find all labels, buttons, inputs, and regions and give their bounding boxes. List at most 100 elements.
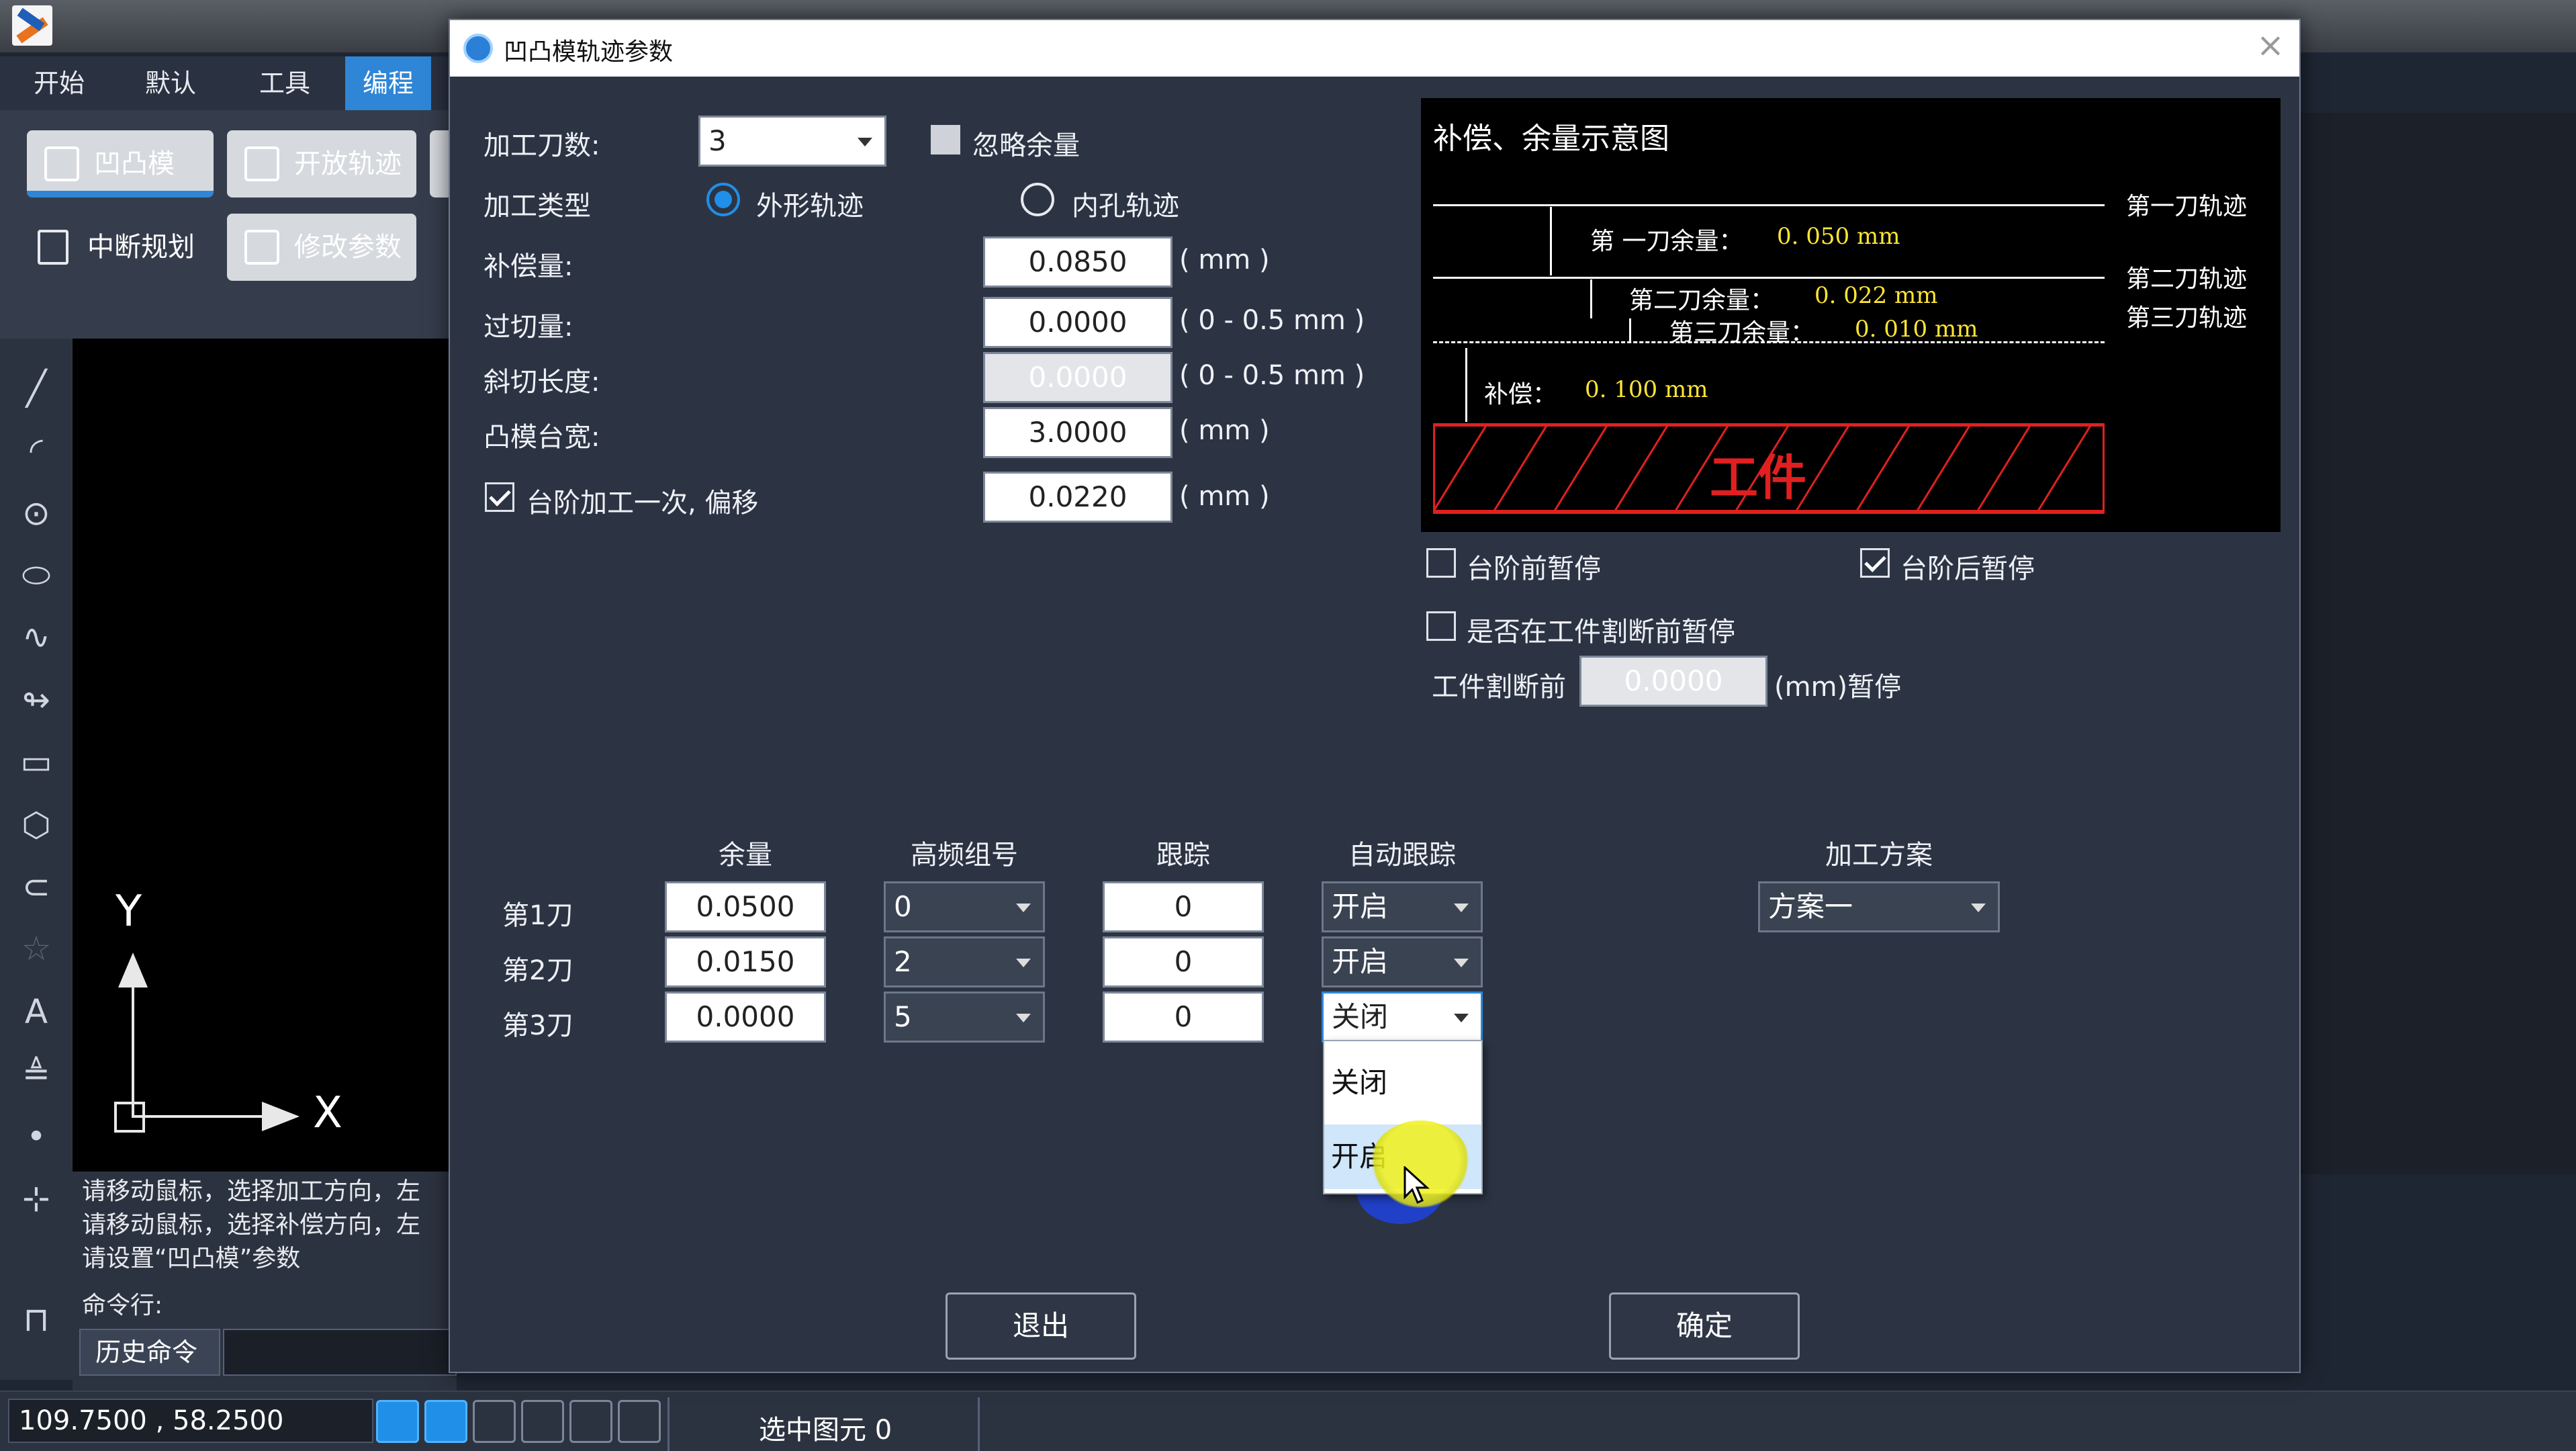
status-divider xyxy=(668,1397,670,1451)
x-axis-label: X xyxy=(313,1088,342,1138)
pass-2-group-select[interactable]: 2 xyxy=(884,936,1045,987)
drawing-toolbar: ╱ ◜ ⊙ ⬭ ∿ ↬ ▭ ⬡ ⊂ ☆ A ≜ • ⊹ ⊓ xyxy=(0,339,73,1380)
pass-1-track-input[interactable]: 0 xyxy=(1103,881,1264,932)
first-allow-value: 0. 050 mm xyxy=(1777,223,1900,250)
plan-select[interactable]: 方案一 xyxy=(1758,881,2000,932)
third-allow-value: 0. 010 mm xyxy=(1855,316,1978,343)
tool-count-select[interactable]: 3 xyxy=(698,116,886,167)
pass-1-auto-track-select[interactable]: 开启 xyxy=(1322,881,1483,932)
pass-2-track-input[interactable]: 0 xyxy=(1103,936,1264,987)
history-command-button[interactable]: 历史命令 xyxy=(79,1329,220,1376)
pass-2-allowance-input[interactable]: 0.0150 xyxy=(665,936,826,987)
menu-tools[interactable]: 工具 xyxy=(242,56,328,110)
command-log-line: 请移动鼠标，选择补偿方向，左 xyxy=(82,1211,421,1239)
menu-programming[interactable]: 编程 xyxy=(345,56,432,110)
selected-count: 选中图元 0 xyxy=(759,1415,892,1446)
platform-width-input[interactable]: 3.0000 xyxy=(983,407,1172,458)
step-once-checkbox[interactable] xyxy=(485,482,514,512)
compensation-input[interactable]: 0.0850 xyxy=(983,236,1172,288)
snap-toggle-6[interactable] xyxy=(618,1400,661,1443)
ignore-allowance-checkbox[interactable] xyxy=(931,125,960,155)
menu-start[interactable]: 开始 xyxy=(16,56,102,110)
arc-tool-icon[interactable]: ◜ xyxy=(17,431,55,469)
compensation-unit: ( mm ) xyxy=(1179,245,1270,275)
pause-before-cut-checkbox[interactable] xyxy=(1426,611,1456,641)
axis-origin xyxy=(114,1102,145,1133)
chevron-down-icon xyxy=(858,138,872,146)
star-tool-icon[interactable]: ☆ xyxy=(17,930,55,967)
command-log-line: 请移动鼠标，选择加工方向，左 xyxy=(82,1178,421,1205)
outer-path-label: 外形轨迹 xyxy=(756,191,864,222)
slot-tool-icon[interactable]: ⊂ xyxy=(17,868,55,906)
dropdown-option-off[interactable]: 关闭 xyxy=(1324,1051,1481,1115)
bevel-length-input[interactable]: 0.0000 xyxy=(983,352,1172,403)
open-path-button[interactable]: 开放轨迹 xyxy=(227,130,416,197)
tool-count-label: 加工刀数: xyxy=(484,130,600,161)
chevron-down-icon xyxy=(1971,904,1986,912)
point-tool-icon[interactable]: • xyxy=(17,1118,55,1155)
right-panel xyxy=(2301,113,2576,1174)
polygon-tool-icon[interactable]: ⬡ xyxy=(17,806,55,844)
bevel-length-unit: ( 0 - 0.5 mm ) xyxy=(1179,360,1365,391)
text-tool-icon[interactable]: A xyxy=(17,993,55,1030)
compensation-dimension xyxy=(1465,348,1467,422)
dialog-app-icon xyxy=(463,34,493,63)
ellipse-tool-icon[interactable]: ⬭ xyxy=(17,556,55,594)
command-input[interactable] xyxy=(223,1329,457,1376)
cut-before-label: 工件割断前 xyxy=(1432,672,1566,703)
modify-params-button[interactable]: 修改参数 xyxy=(227,214,416,281)
spline-tool-icon[interactable]: ∿ xyxy=(17,618,55,656)
snap-toggle-1[interactable] xyxy=(376,1400,419,1443)
rectangle-tool-icon[interactable]: ▭ xyxy=(17,743,55,781)
pass-2-auto-track-select[interactable]: 开启 xyxy=(1322,936,1483,987)
plan-label: 加工方案 xyxy=(1825,840,1933,871)
pass-3-track-input[interactable]: 0 xyxy=(1103,992,1264,1043)
first-allow-dimension xyxy=(1550,207,1552,275)
drawing-canvas[interactable] xyxy=(73,339,457,1172)
measure-tool-icon[interactable]: ⊓ xyxy=(17,1301,55,1338)
die-button[interactable]: 凹凸模 xyxy=(27,130,214,197)
mouse-pointer-icon xyxy=(1404,1166,1430,1204)
third-allow-dimension xyxy=(1629,318,1631,341)
snap-toggle-5[interactable] xyxy=(569,1400,612,1443)
interrupt-plan-button[interactable]: 中断规划 xyxy=(20,214,222,281)
pause-before-step-checkbox[interactable] xyxy=(1426,548,1456,578)
pass-1-allowance-input[interactable]: 0.0500 xyxy=(665,881,826,932)
app-logo-icon xyxy=(12,5,52,46)
column-header-allowance: 余量 xyxy=(719,840,772,871)
pass-3-allowance-input[interactable]: 0.0000 xyxy=(665,992,826,1043)
overcut-input[interactable]: 0.0000 xyxy=(983,297,1172,348)
compensation-diagram-value: 0. 100 mm xyxy=(1585,376,1708,403)
second-allow-value: 0. 022 mm xyxy=(1814,282,1938,309)
pass-3-auto-track-select[interactable]: 关闭 xyxy=(1322,992,1483,1043)
snap-toggle-2[interactable] xyxy=(424,1400,467,1443)
exit-button[interactable]: 退出 xyxy=(946,1292,1136,1360)
step-offset-input[interactable]: 0.0220 xyxy=(983,472,1172,523)
inner-path-radio[interactable] xyxy=(1021,183,1054,216)
cut-before-input[interactable]: 0.0000 xyxy=(1579,656,1767,707)
column-header-track: 跟踪 xyxy=(1156,840,1210,871)
first-allow-label: 第 一刀余量： xyxy=(1590,228,1743,255)
ribbon: 凹凸模 开放轨迹 中断规划 修改参数 xyxy=(0,110,457,339)
menu-default[interactable]: 默认 xyxy=(128,56,214,110)
close-icon[interactable]: × xyxy=(2256,26,2285,64)
pause-after-step-checkbox[interactable] xyxy=(1860,548,1890,578)
snap-tool-icon[interactable]: ⊹ xyxy=(17,1180,55,1217)
dimension-tool-icon[interactable]: ≜ xyxy=(17,1055,55,1092)
menu-bar: 开始 默认 工具 编程 xyxy=(0,56,457,110)
chevron-down-icon xyxy=(1454,1014,1469,1022)
pass-1-group-select[interactable]: 0 xyxy=(884,881,1045,932)
outer-path-radio[interactable] xyxy=(706,183,740,216)
compensation-diagram-label: 补偿： xyxy=(1484,381,1557,408)
pass-3-group-select[interactable]: 5 xyxy=(884,992,1045,1043)
platform-width-unit: ( mm ) xyxy=(1179,415,1270,446)
second-path-line xyxy=(1433,277,2105,279)
pause-before-step-label: 台阶前暂停 xyxy=(1467,554,1601,584)
circle-tool-icon[interactable]: ⊙ xyxy=(17,494,55,532)
snap-toggle-3[interactable] xyxy=(473,1400,516,1443)
line-tool-icon[interactable]: ╱ xyxy=(17,369,55,407)
snap-toggle-4[interactable] xyxy=(521,1400,564,1443)
polyline-tool-icon[interactable]: ↬ xyxy=(17,681,55,719)
second-allow-label: 第二刀余量： xyxy=(1629,287,1775,314)
ok-button[interactable]: 确定 xyxy=(1609,1292,1800,1360)
